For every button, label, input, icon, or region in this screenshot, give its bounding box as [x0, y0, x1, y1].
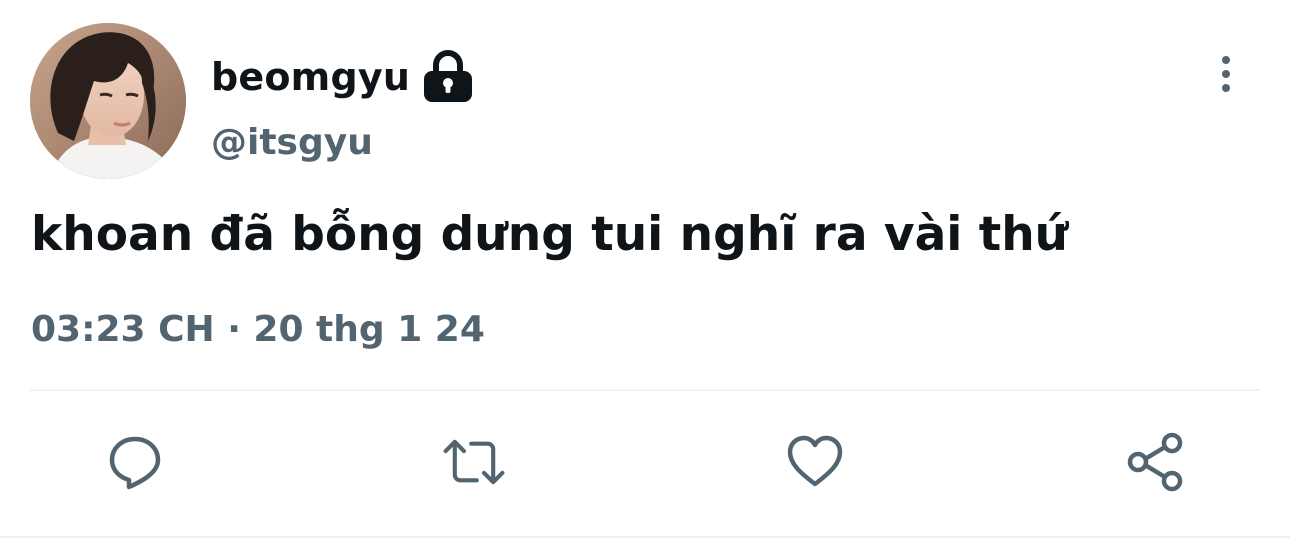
share-button[interactable] [1124, 430, 1188, 494]
like-button[interactable] [783, 430, 847, 494]
avatar-image [30, 23, 186, 179]
avatar[interactable] [30, 23, 186, 179]
reply-button[interactable] [103, 430, 167, 494]
heart-icon [787, 435, 843, 487]
more-options-icon-dot [1222, 70, 1230, 78]
lock-icon [422, 50, 474, 104]
retweet-button[interactable] [442, 430, 506, 494]
tweet-text: khoan đã bỗng dưng tui nghĩ ra vài thứ [31, 207, 1069, 262]
user-handle[interactable]: @itsgyu [211, 118, 373, 168]
share-icon [1127, 432, 1183, 492]
tweet-timestamp[interactable]: 03:23 CH · 20 thg 1 24 [31, 304, 485, 356]
more-options-button[interactable] [1206, 52, 1246, 96]
comment-icon [109, 436, 161, 490]
more-options-icon-dot [1222, 56, 1230, 64]
retweet-icon [443, 439, 505, 485]
more-options-icon-dot [1222, 84, 1230, 92]
divider [30, 389, 1260, 391]
bottom-divider [0, 536, 1290, 538]
user-name-row: beomgyu [211, 50, 474, 104]
display-name[interactable]: beomgyu [211, 50, 410, 104]
